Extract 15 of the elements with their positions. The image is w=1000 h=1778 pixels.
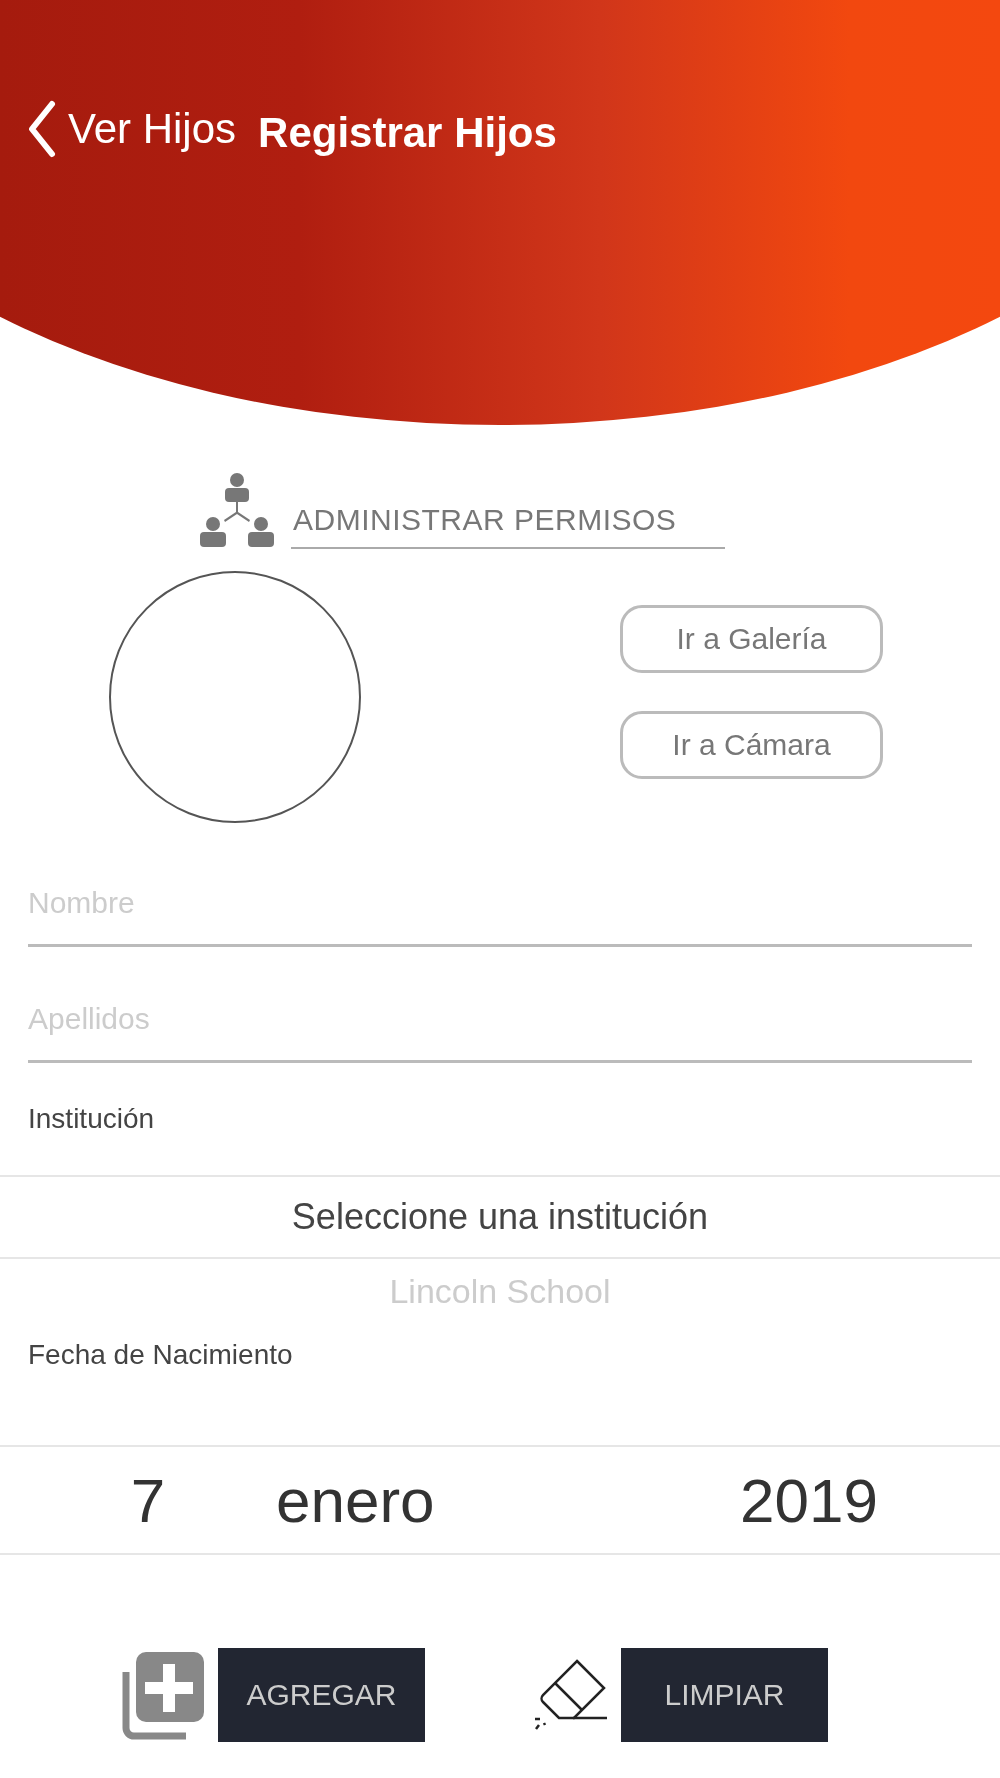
photo-source-button[interactable]: Ir a Galería xyxy=(620,605,883,673)
picker-month[interactable]: enero xyxy=(276,1464,435,1536)
picker-day[interactable]: 7 xyxy=(58,1464,238,1536)
picker-year[interactable]: 2019 xyxy=(740,1464,878,1536)
photo-source-button[interactable]: Ir a Cámara xyxy=(620,711,883,779)
field-label: Fecha de Nacimiento xyxy=(28,1339,294,1371)
back-button[interactable]: Ver Hijos xyxy=(26,100,237,158)
clear-button[interactable]: LIMPIAR xyxy=(621,1648,828,1742)
add-button[interactable]: AGREGAR xyxy=(218,1648,425,1742)
screen-title: Registrar Hijos xyxy=(258,108,557,158)
field-label: Institución xyxy=(28,1103,156,1135)
chevron-left-icon xyxy=(26,100,56,158)
people-network-icon xyxy=(197,471,277,549)
picker-option[interactable]: Seleccione una institución xyxy=(0,1175,1000,1259)
permissions-link[interactable]: ADMINISTRAR PERMISOS xyxy=(291,503,725,549)
